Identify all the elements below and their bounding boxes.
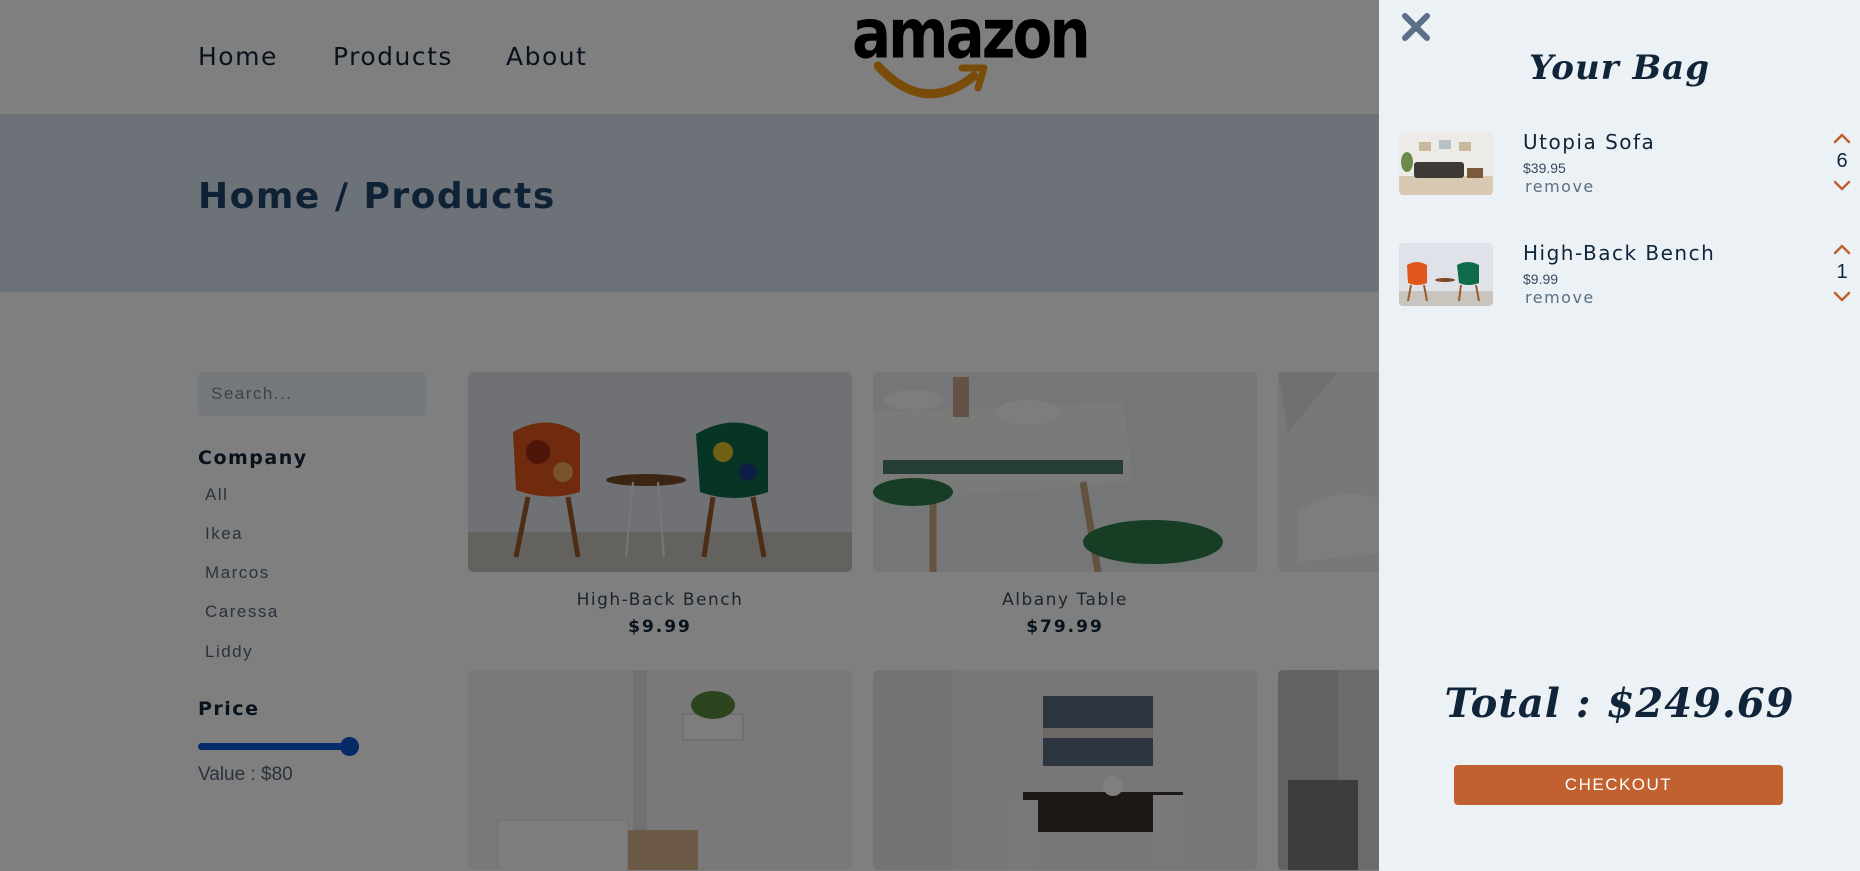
chevron-down-icon[interactable]: [1833, 291, 1851, 303]
cart-item: Utopia Sofa $39.95 remove 6: [1399, 130, 1851, 200]
checkout-button[interactable]: CHECKOUT: [1454, 765, 1783, 805]
cart-item-amount: 1: [1836, 261, 1848, 283]
cart-item-price: $9.99: [1523, 271, 1559, 287]
cart-item-amount: 6: [1836, 150, 1848, 172]
cart-item-price: $39.95: [1523, 160, 1566, 176]
close-cart-button[interactable]: [1399, 10, 1435, 46]
cart-panel: Your Bag Utopia Sofa $39.95 remove 6 Hig…: [1379, 0, 1860, 871]
remove-item-button[interactable]: remove: [1525, 288, 1595, 307]
chevron-down-icon[interactable]: [1833, 180, 1851, 192]
cart-title: Your Bag: [1528, 48, 1710, 88]
cart-item-image: [1399, 243, 1493, 306]
remove-item-button[interactable]: remove: [1525, 177, 1595, 196]
close-x-icon[interactable]: [1399, 10, 1435, 46]
chevron-up-icon[interactable]: [1833, 243, 1851, 255]
chevron-up-icon[interactable]: [1833, 132, 1851, 144]
cart-total: Total : $249.69: [1444, 680, 1795, 727]
cart-item-image: [1399, 132, 1493, 195]
cart-item: High-Back Bench $9.99 remove 1: [1399, 241, 1851, 311]
cart-item-name: Utopia Sofa: [1523, 130, 1656, 154]
cart-item-name: High-Back Bench: [1523, 241, 1716, 265]
